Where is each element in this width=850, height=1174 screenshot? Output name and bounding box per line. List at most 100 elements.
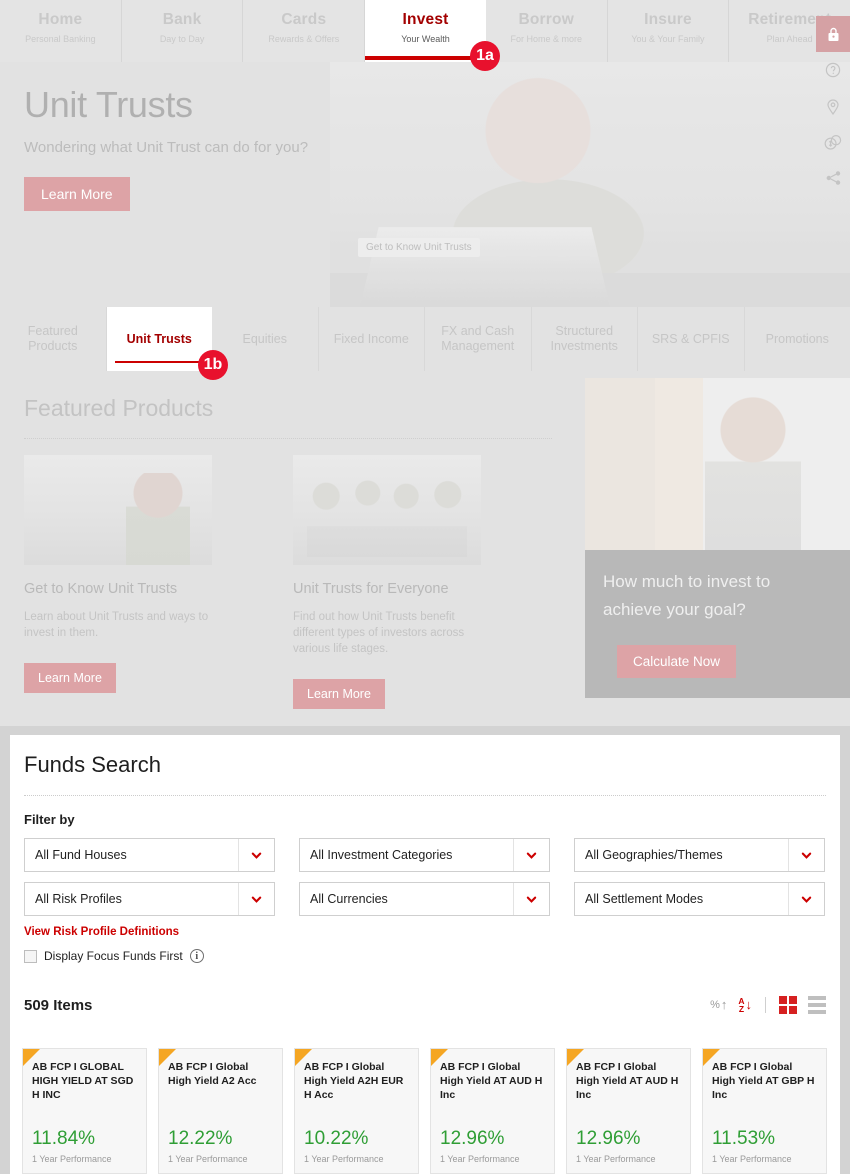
- chevron-down-icon[interactable]: [513, 839, 549, 871]
- display-focus-funds-row: Display Focus Funds First i: [24, 949, 840, 963]
- fund-card[interactable]: AB FCP I Global High Yield AT GBP H Inc …: [702, 1048, 827, 1174]
- help-icon[interactable]: [816, 52, 850, 88]
- tab-fixed-income[interactable]: Fixed Income: [319, 307, 425, 371]
- share-icon[interactable]: [816, 160, 850, 196]
- tab-label: Featured Products: [27, 324, 78, 353]
- list-view-icon[interactable]: [808, 996, 826, 1014]
- nav-item-subtitle: You & Your Family: [631, 34, 705, 44]
- filter-by-label: Filter by: [24, 812, 75, 827]
- hero-photo: Get to Know Unit Trusts: [330, 62, 850, 307]
- featured-card-learn-more-button[interactable]: Learn More: [293, 679, 385, 709]
- chevron-down-icon[interactable]: [238, 839, 274, 871]
- filter-select-geographies-themes[interactable]: All Geographies/Themes: [574, 838, 825, 872]
- featured-card-image: [24, 455, 212, 565]
- tab-promotions[interactable]: Promotions: [745, 307, 850, 371]
- fund-card[interactable]: AB FCP I GLOBAL HIGH YIELD AT SGD H INC …: [22, 1048, 147, 1174]
- fund-performance-caption: 1 Year Performance: [576, 1154, 656, 1164]
- fund-performance-caption: 1 Year Performance: [168, 1154, 248, 1164]
- filter-select-investment-categories[interactable]: All Investment Categories: [299, 838, 550, 872]
- tab-structured-investments[interactable]: Structured Investments: [532, 307, 638, 371]
- active-tab-underline: [114, 361, 204, 363]
- sort-controls: % ↑ AZ ↓: [710, 996, 826, 1014]
- nav-item-borrow[interactable]: Borrow For Home & more: [486, 0, 608, 62]
- fund-performance-value: 10.22%: [304, 1128, 369, 1149]
- featured-card-get-to-know[interactable]: Get to Know Unit Trusts Learn about Unit…: [24, 455, 212, 693]
- view-risk-profile-definitions-link[interactable]: View Risk Profile Definitions: [24, 926, 840, 938]
- fund-name: AB FCP I Global High Yield AT AUD H Inc: [576, 1061, 679, 1101]
- nav-item-title: Invest: [402, 11, 449, 28]
- tab-srs-cpfis[interactable]: SRS & CPFIS: [638, 307, 745, 371]
- featured-card-image: [293, 455, 481, 565]
- display-focus-funds-checkbox[interactable]: [24, 949, 37, 963]
- display-focus-funds-label: Display Focus Funds First: [44, 949, 183, 963]
- sort-by-performance-button[interactable]: % ↑: [710, 998, 727, 1011]
- nav-item-bank[interactable]: Bank Day to Day: [122, 0, 244, 62]
- fund-performance-caption: 1 Year Performance: [440, 1154, 520, 1164]
- nav-item-insure[interactable]: Insure You & Your Family: [608, 0, 730, 62]
- focus-fund-flag-icon: [431, 1049, 448, 1066]
- lock-icon[interactable]: [816, 16, 850, 52]
- filter-select-settlement-modes[interactable]: All Settlement Modes: [574, 882, 825, 916]
- fund-performance-value: 12.96%: [440, 1128, 505, 1149]
- featured-card-description: Learn about Unit Trusts and ways to inve…: [24, 611, 209, 639]
- location-pin-icon[interactable]: [816, 88, 850, 124]
- filter-value: All Fund Houses: [35, 848, 127, 862]
- featured-card-learn-more-button[interactable]: Learn More: [24, 663, 116, 693]
- product-tabs: Featured Products Unit Trusts Equities F…: [0, 307, 850, 371]
- featured-card-for-everyone[interactable]: Unit Trusts for Everyone Find out how Un…: [293, 455, 481, 709]
- grid-view-icon[interactable]: [779, 996, 797, 1014]
- fund-name: AB FCP I Global High Yield AT GBP H Inc: [712, 1061, 815, 1101]
- tab-label: SRS & CPFIS: [651, 331, 730, 346]
- filter-select-risk-profiles[interactable]: All Risk Profiles: [24, 882, 275, 916]
- chevron-down-icon[interactable]: [788, 839, 824, 871]
- hero-content: Unit Trusts Wondering what Unit Trust ca…: [24, 84, 308, 211]
- nav-item-subtitle: Day to Day: [159, 34, 205, 44]
- rates-icon[interactable]: [816, 124, 850, 160]
- fund-performance-caption: 1 Year Performance: [32, 1154, 112, 1164]
- chevron-down-icon[interactable]: [788, 883, 824, 915]
- nav-item-cards[interactable]: Cards Rewards & Offers: [243, 0, 366, 62]
- chevron-down-icon[interactable]: [238, 883, 274, 915]
- nav-item-title: Insure: [644, 11, 692, 28]
- nav-item-invest[interactable]: Invest Your Wealth: [365, 0, 486, 62]
- toolbar-divider: [765, 997, 766, 1013]
- tab-unit-trusts[interactable]: Unit Trusts: [106, 307, 212, 371]
- fund-performance-value: 12.22%: [168, 1128, 233, 1149]
- promo-headline: How much to invest to achieve your goal?: [603, 572, 771, 619]
- fund-card[interactable]: AB FCP I Global High Yield A2 Acc 12.22%…: [158, 1048, 283, 1174]
- chevron-down-icon[interactable]: [513, 883, 549, 915]
- section-divider: [24, 438, 552, 439]
- fund-card[interactable]: AB FCP I Global High Yield A2H EUR H Acc…: [294, 1048, 419, 1174]
- sort-alphabetical-button[interactable]: AZ ↓: [738, 997, 753, 1014]
- fund-card[interactable]: AB FCP I Global High Yield AT AUD H Inc …: [566, 1048, 691, 1174]
- hero-subtitle: Wondering what Unit Trust can do for you…: [24, 139, 309, 156]
- fund-results-grid: AB FCP I GLOBAL HIGH YIELD AT SGD H INC …: [22, 1048, 827, 1174]
- filter-row-1: All Fund Houses All Investment Categorie…: [24, 838, 826, 872]
- fund-card[interactable]: AB FCP I Global High Yield AT AUD H Inc …: [430, 1048, 555, 1174]
- tab-equities[interactable]: Equities: [212, 307, 319, 371]
- tab-fx-and-cash-management[interactable]: FX and Cash Management: [425, 307, 532, 371]
- tab-featured-products[interactable]: Featured Products: [0, 307, 107, 371]
- results-toolbar: 509 Items % ↑ AZ ↓: [24, 996, 826, 1014]
- filter-select-fund-houses[interactable]: All Fund Houses: [24, 838, 275, 872]
- nav-item-home[interactable]: Home Personal Banking: [0, 0, 122, 62]
- filter-row-2: All Risk Profiles All Currencies All Set…: [24, 882, 826, 916]
- filter-select-currencies[interactable]: All Currencies: [299, 882, 550, 916]
- hero-learn-more-button[interactable]: Learn More: [24, 177, 130, 211]
- primary-navigation: Home Personal Banking Bank Day to Day Ca…: [0, 0, 850, 62]
- info-icon[interactable]: i: [189, 949, 204, 963]
- promo-calculator-card[interactable]: How much to invest to achieve your goal?…: [585, 378, 850, 698]
- nav-item-subtitle: Personal Banking: [25, 34, 96, 44]
- funds-search-divider: [24, 795, 826, 796]
- featured-card-description: Find out how Unit Trusts benefit differe…: [293, 611, 465, 655]
- tab-label: Equities: [242, 331, 287, 346]
- tab-label: Unit Trusts: [126, 331, 192, 346]
- featured-card-title: Get to Know Unit Trusts: [24, 581, 178, 597]
- calculate-now-button[interactable]: Calculate Now: [617, 645, 737, 678]
- utility-rail: [816, 16, 850, 196]
- annotation-badge-1a: 1a: [470, 41, 500, 71]
- filter-value: All Geographies/Themes: [585, 848, 723, 862]
- tab-label: Fixed Income: [333, 331, 409, 346]
- nav-item-subtitle: Your Wealth: [401, 34, 450, 44]
- sort-descending-arrow-icon: ↓: [745, 997, 753, 1012]
